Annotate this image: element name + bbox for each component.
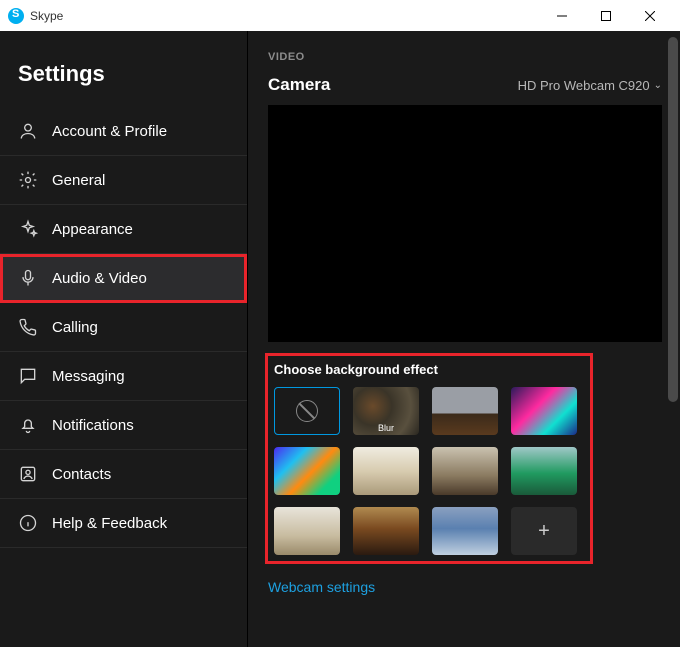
- camera-preview: [268, 105, 662, 342]
- bg-effect-image-5[interactable]: [432, 447, 498, 495]
- sidebar-item-label: Audio & Video: [52, 270, 147, 287]
- sidebar-item-label: Help & Feedback: [52, 515, 167, 532]
- sidebar-item-label: Messaging: [52, 368, 125, 385]
- bell-icon: [18, 415, 38, 435]
- sidebar-item-label: General: [52, 172, 105, 189]
- minimize-button[interactable]: [540, 0, 584, 31]
- bg-effect-image-1[interactable]: [432, 387, 498, 435]
- bg-effect-image-4[interactable]: [353, 447, 419, 495]
- bg-effect-none[interactable]: [274, 387, 340, 435]
- background-effect-section: Choose background effect Blur +: [268, 356, 590, 561]
- sidebar-item-help-feedback[interactable]: Help & Feedback: [0, 499, 247, 548]
- sidebar-item-appearance[interactable]: Appearance: [0, 205, 247, 254]
- camera-label: Camera: [268, 75, 330, 95]
- plus-icon: +: [538, 520, 550, 543]
- sidebar-item-messaging[interactable]: Messaging: [0, 352, 247, 401]
- app-body: Settings Account & Profile General Appea…: [0, 31, 680, 647]
- sidebar-item-label: Appearance: [52, 221, 133, 238]
- bg-effect-blur[interactable]: Blur: [353, 387, 419, 435]
- sidebar-item-label: Account & Profile: [52, 123, 167, 140]
- sidebar-item-label: Calling: [52, 319, 98, 336]
- sidebar-item-label: Contacts: [52, 466, 111, 483]
- bg-effect-add[interactable]: +: [511, 507, 577, 555]
- sidebar-item-general[interactable]: General: [0, 156, 247, 205]
- camera-selector[interactable]: HD Pro Webcam C920 ⌄: [518, 78, 662, 93]
- blur-label: Blur: [353, 423, 419, 433]
- bg-effect-image-9[interactable]: [432, 507, 498, 555]
- person-icon: [18, 121, 38, 141]
- webcam-settings-link[interactable]: Webcam settings: [268, 579, 662, 595]
- sidebar-item-calling[interactable]: Calling: [0, 303, 247, 352]
- sidebar-item-label: Notifications: [52, 417, 134, 434]
- scrollbar[interactable]: [668, 37, 678, 402]
- chat-icon: [18, 366, 38, 386]
- sidebar-item-account-profile[interactable]: Account & Profile: [0, 107, 247, 156]
- bg-effect-image-8[interactable]: [353, 507, 419, 555]
- sidebar-item-contacts[interactable]: Contacts: [0, 450, 247, 499]
- contacts-icon: [18, 464, 38, 484]
- chevron-down-icon: ⌄: [654, 80, 662, 91]
- bg-effect-image-6[interactable]: [511, 447, 577, 495]
- sparkle-icon: [18, 219, 38, 239]
- video-section-label: VIDEO: [268, 51, 662, 63]
- gear-icon: [18, 170, 38, 190]
- titlebar: Skype: [0, 0, 680, 31]
- bg-effect-image-7[interactable]: [274, 507, 340, 555]
- app-title: Skype: [30, 9, 63, 23]
- sidebar-item-audio-video[interactable]: Audio & Video: [0, 254, 247, 303]
- bg-effect-image-2[interactable]: [511, 387, 577, 435]
- settings-title: Settings: [0, 31, 247, 107]
- bg-effect-image-3[interactable]: [274, 447, 340, 495]
- background-effect-title: Choose background effect: [274, 362, 584, 377]
- skype-logo-icon: [8, 8, 24, 24]
- maximize-button[interactable]: [584, 0, 628, 31]
- phone-icon: [18, 317, 38, 337]
- info-icon: [18, 513, 38, 533]
- camera-selected-value: HD Pro Webcam C920: [518, 78, 650, 93]
- sidebar-item-notifications[interactable]: Notifications: [0, 401, 247, 450]
- settings-sidebar: Settings Account & Profile General Appea…: [0, 31, 248, 647]
- microphone-icon: [18, 268, 38, 288]
- camera-row: Camera HD Pro Webcam C920 ⌄: [268, 75, 662, 95]
- background-effect-grid: Blur +: [274, 387, 584, 555]
- main-panel: VIDEO Camera HD Pro Webcam C920 ⌄ Choose…: [248, 31, 680, 647]
- close-button[interactable]: [628, 0, 672, 31]
- none-icon: [296, 400, 318, 422]
